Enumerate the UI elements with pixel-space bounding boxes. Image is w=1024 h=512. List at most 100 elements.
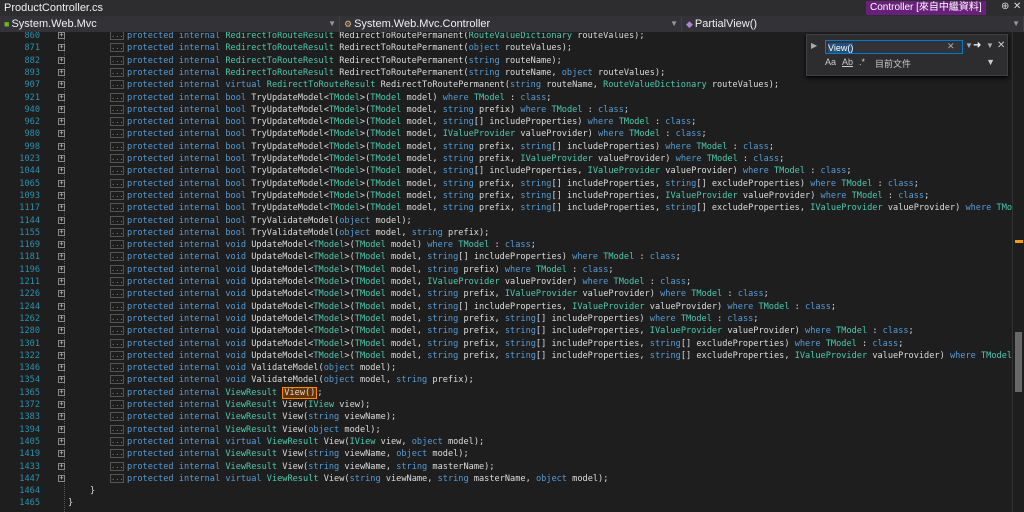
code-text[interactable]: protected internal bool TryValidateModel… [127,227,489,239]
find-next-icon[interactable]: ➜ [973,40,981,51]
close-find-icon[interactable]: ✕ [997,40,1005,51]
expand-outline-icon[interactable]: + [58,314,65,322]
code-text[interactable]: } [68,497,73,509]
collapsed-summary-icon[interactable]: ... [110,387,124,397]
clear-search-icon[interactable]: ✕ [947,41,955,52]
vertical-scrollbar[interactable] [1012,32,1024,512]
code-text[interactable]: protected internal bool TryUpdateModel<T… [127,202,1012,214]
code-text[interactable]: protected internal RedirectToRouteResult… [127,55,562,67]
expand-outline-icon[interactable]: + [58,474,65,482]
collapsed-summary-icon[interactable]: ... [110,190,124,200]
code-text[interactable]: protected internal bool TryUpdateModel<T… [127,178,919,190]
code-text[interactable]: protected internal void UpdateModel<TMod… [127,338,903,350]
expand-outline-icon[interactable]: + [58,155,65,162]
expand-outline-icon[interactable]: + [58,364,65,372]
pin-icon[interactable]: ⊕ [1001,1,1009,12]
expand-outline-icon[interactable]: + [58,130,65,138]
member-dropdown[interactable]: ◆ PartialView() ▼ [682,16,1024,32]
code-text[interactable]: protected internal bool TryUpdateModel<T… [127,153,784,165]
code-text[interactable]: protected internal bool TryUpdateModel<T… [127,116,696,128]
collapsed-summary-icon[interactable]: ... [110,326,124,336]
expand-outline-icon[interactable]: + [58,425,65,433]
code-text[interactable]: protected internal ViewResult View(); [127,386,323,399]
expand-outline-icon[interactable]: + [58,376,65,384]
expand-outline-icon[interactable]: + [58,167,65,175]
code-text[interactable]: protected internal void ValidateModel(ob… [127,362,396,374]
collapsed-summary-icon[interactable]: ... [110,92,124,102]
document-tab-title[interactable]: ProductController.cs [4,2,103,14]
expand-outline-icon[interactable]: + [58,253,65,261]
expand-outline-icon[interactable]: + [58,44,65,52]
code-text[interactable]: protected internal bool TryUpdateModel<T… [127,190,929,202]
collapsed-summary-icon[interactable]: ... [110,461,124,471]
expand-outline-icon[interactable]: + [58,93,65,101]
expand-outline-icon[interactable]: + [58,228,65,236]
collapsed-summary-icon[interactable]: ... [110,301,124,311]
collapsed-summary-icon[interactable]: ... [110,32,124,40]
match-whole-word-toggle[interactable]: Ab [842,57,853,67]
expand-outline-icon[interactable]: + [58,81,65,89]
expand-outline-icon[interactable]: + [58,290,65,298]
scrollbar-thumb[interactable] [1015,332,1022,392]
code-text[interactable]: protected internal void UpdateModel<TMod… [127,276,691,288]
code-text[interactable]: protected internal void UpdateModel<TMod… [127,350,1012,362]
code-text[interactable]: protected internal ViewResult View(strin… [127,461,495,473]
collapsed-summary-icon[interactable]: ... [110,178,124,188]
collapsed-summary-icon[interactable]: ... [110,350,124,360]
expand-outline-icon[interactable]: + [58,216,65,224]
collapsed-summary-icon[interactable]: ... [110,227,124,237]
collapsed-summary-icon[interactable]: ... [110,129,124,139]
code-text[interactable]: protected internal bool TryUpdateModel<T… [127,92,551,104]
collapsed-summary-icon[interactable]: ... [110,264,124,274]
code-text[interactable]: protected internal RedirectToRouteResult… [127,67,665,79]
expand-outline-icon[interactable]: + [58,401,65,408]
code-text[interactable]: protected internal ViewResult View(strin… [127,411,396,423]
collapsed-summary-icon[interactable]: ... [110,141,124,151]
search-scope-dropdown[interactable]: 目前文件 ▼ [875,57,999,70]
collapsed-summary-icon[interactable]: ... [110,338,124,348]
project-dropdown[interactable]: ■ System.Web.Mvc ▼ [0,16,340,32]
code-text[interactable]: protected internal ViewResult View(objec… [127,424,381,436]
type-dropdown[interactable]: ⚙ System.Web.Mvc.Controller ▼ [340,16,682,32]
collapsed-summary-icon[interactable]: ... [110,117,124,127]
expand-outline-icon[interactable]: + [58,191,65,199]
close-icon[interactable]: ✕ [1013,1,1021,12]
collapsed-summary-icon[interactable]: ... [110,43,124,53]
code-text[interactable]: protected internal void UpdateModel<TMod… [127,264,614,276]
code-text[interactable]: protected internal void ValidateModel(ob… [127,374,474,386]
collapsed-summary-icon[interactable]: ... [110,289,124,299]
metadata-tab[interactable]: Controller [來自中繼資料] [866,1,986,15]
expand-outline-icon[interactable]: + [58,32,65,39]
collapsed-summary-icon[interactable]: ... [110,104,124,114]
expand-outline-icon[interactable]: + [58,437,65,445]
expand-outline-icon[interactable]: + [58,388,65,396]
expand-outline-icon[interactable]: + [58,56,65,64]
expand-outline-icon[interactable]: + [58,118,65,126]
search-history-dropdown[interactable]: ▼ [965,41,973,50]
match-case-toggle[interactable]: Aa [825,57,836,67]
collapsed-summary-icon[interactable]: ... [110,277,124,286]
collapsed-summary-icon[interactable]: ... [110,203,124,213]
expand-outline-icon[interactable]: + [58,179,65,187]
expand-outline-icon[interactable]: + [58,327,65,335]
collapsed-summary-icon[interactable]: ... [110,80,124,90]
code-text[interactable]: protected internal void UpdateModel<TMod… [127,288,769,300]
code-text[interactable]: protected internal void UpdateModel<TMod… [127,325,914,337]
code-text[interactable]: protected internal bool TryValidateModel… [127,215,412,227]
collapsed-summary-icon[interactable]: ... [110,67,124,77]
code-text[interactable]: protected internal bool TryUpdateModel<T… [127,141,774,153]
expand-outline-icon[interactable]: + [58,265,65,273]
collapsed-summary-icon[interactable]: ... [110,55,124,65]
code-text[interactable]: } [90,485,95,497]
regex-toggle[interactable]: .* [859,57,865,67]
toggle-replace-icon[interactable]: ▶ [811,41,817,50]
code-text[interactable]: protected internal ViewResult View(IView… [127,399,370,411]
code-editor[interactable]: 860 +... protected internal RedirectToRout… [0,32,1012,512]
collapsed-summary-icon[interactable]: ... [110,363,124,373]
expand-outline-icon[interactable]: + [58,450,65,458]
expand-outline-icon[interactable]: + [58,241,65,249]
collapsed-summary-icon[interactable]: ... [110,313,124,323]
expand-outline-icon[interactable]: + [58,68,65,76]
collapsed-summary-icon[interactable]: ... [110,424,124,434]
collapsed-summary-icon[interactable]: ... [110,449,124,459]
